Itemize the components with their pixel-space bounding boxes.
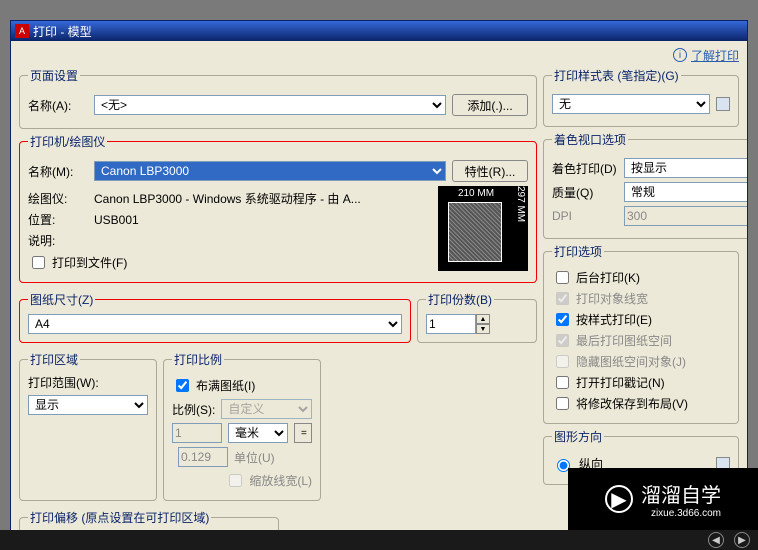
scale-unit-select[interactable]: 毫米 [228,423,288,443]
info-icon: i [673,48,687,62]
copies-legend: 打印份数(B) [426,291,494,308]
shade-label: 着色打印(D) [552,160,618,177]
lastps-checkbox [556,334,569,347]
bystyle-label: 按样式打印(E) [576,311,652,328]
hideps-label: 隐藏图纸空间对象(J) [576,353,686,370]
learn-print-link[interactable]: 了解打印 [691,47,739,64]
desc-label: 说明: [28,232,88,249]
options-legend: 打印选项 [552,243,604,260]
watermark-url: zixue.3d66.com [641,508,721,519]
plotter-label: 绘图仪: [28,190,88,207]
style-table-legend: 打印样式表 (笔指定)(G) [552,67,681,84]
save-layout-label: 将修改保存到布局(V) [576,395,688,412]
properties-button[interactable]: 特性(R)... [452,160,528,182]
print-area-legend: 打印区域 [28,351,80,368]
style-edit-icon[interactable] [716,97,730,111]
viewport-group: 着色视口选项 着色打印(D) 按显示 质量(Q) 常规 DPI [543,131,747,239]
options-group: 打印选项 后台打印(K) 打印对象线宽 按样式打印(E) 最后打印图纸空间 隐藏… [543,243,739,424]
save-layout-checkbox[interactable] [556,397,569,410]
scale-den-input [178,447,228,467]
scale-legend: 打印比例 [172,351,224,368]
location-label: 位置: [28,211,88,228]
hideps-checkbox [556,355,569,368]
den-unit-label: 单位(U) [234,449,312,466]
plotter-value: Canon LBP3000 - Windows 系统驱动程序 - 由 A... [94,190,361,207]
ratio-select: 自定义 [221,399,312,419]
watermark-overlay: ▶ 溜溜自学 zixue.3d66.com [568,468,758,530]
paper-preview: 210 MM 297 MM [438,186,528,271]
play-icon: ▶ [605,485,633,513]
stamp-label: 打开打印戳记(N) [576,374,665,391]
bottom-bar: ◀ ▶ [0,530,758,550]
preview-height-label: 297 MM [515,186,526,271]
style-table-group: 打印样式表 (笔指定)(G) 无 [543,67,739,127]
add-button[interactable]: 添加(.)... [452,94,528,116]
copies-down[interactable]: ▼ [476,324,490,334]
objlw-checkbox [556,292,569,305]
objlw-label: 打印对象线宽 [576,290,648,307]
bg-checkbox[interactable] [556,271,569,284]
scale-group: 打印比例 布满图纸(I) 比例(S):自定义 毫米 = 单位(U) 缩放线宽(L [163,351,321,501]
next-btn[interactable]: ▶ [734,532,750,548]
location-value: USB001 [94,213,139,227]
scale-eq-button[interactable]: = [294,423,312,443]
ratio-label: 比例(S): [172,401,215,418]
range-label: 打印范围(W): [28,374,148,391]
watermark-brand: 溜溜自学 [641,485,721,507]
app-icon: A [15,24,29,38]
page-setup-group: 页面设置 名称(A): <无> 添加(.)... [19,67,537,129]
scale-lw-label: 缩放线宽(L) [249,472,312,489]
fit-label: 布满图纸(I) [196,377,255,394]
lastps-label: 最后打印图纸空间 [576,332,672,349]
bg-label: 后台打印(K) [576,269,640,286]
printer-name-select[interactable]: Canon LBP3000 [94,161,446,181]
orient-legend: 图形方向 [552,428,604,445]
offset-legend: 打印偏移 (原点设置在可打印区域) [28,509,211,526]
copies-group: 打印份数(B) ▲▼ [417,291,537,343]
print-area-group: 打印区域 打印范围(W): 显示 [19,351,157,501]
quality-select[interactable]: 常规 [624,182,747,202]
shade-select[interactable]: 按显示 [624,158,747,178]
preview-page [448,202,502,262]
paper-size-select[interactable]: A4 [28,314,402,334]
print-to-file-label: 打印到文件(F) [52,254,127,271]
stamp-checkbox[interactable] [556,376,569,389]
page-setup-legend: 页面设置 [28,67,80,84]
printer-legend: 打印机/绘图仪 [28,133,107,150]
print-to-file-checkbox[interactable] [32,256,45,269]
style-table-select[interactable]: 无 [552,94,710,114]
scale-num-input [172,423,222,443]
bystyle-checkbox[interactable] [556,313,569,326]
titlebar: A 打印 - 模型 [11,21,747,41]
printer-name-label: 名称(M): [28,163,88,180]
scale-lw-checkbox [229,474,242,487]
paper-size-legend: 图纸尺寸(Z) [28,291,95,308]
dpi-label: DPI [552,209,618,223]
preview-width-label: 210 MM [438,188,514,199]
fit-checkbox[interactable] [176,379,189,392]
printer-group: 打印机/绘图仪 名称(M): Canon LBP3000 特性(R)... 绘图… [19,133,537,283]
range-select[interactable]: 显示 [28,395,148,415]
page-name-select[interactable]: <无> [94,95,446,115]
paper-size-group: 图纸尺寸(Z) A4 [19,291,411,343]
window-title: 打印 - 模型 [33,23,92,40]
page-name-label: 名称(A): [28,97,88,114]
viewport-legend: 着色视口选项 [552,131,628,148]
copies-input[interactable] [426,314,476,334]
dpi-input [624,206,747,226]
prev-btn[interactable]: ◀ [708,532,724,548]
quality-label: 质量(Q) [552,184,618,201]
copies-up[interactable]: ▲ [476,314,490,324]
